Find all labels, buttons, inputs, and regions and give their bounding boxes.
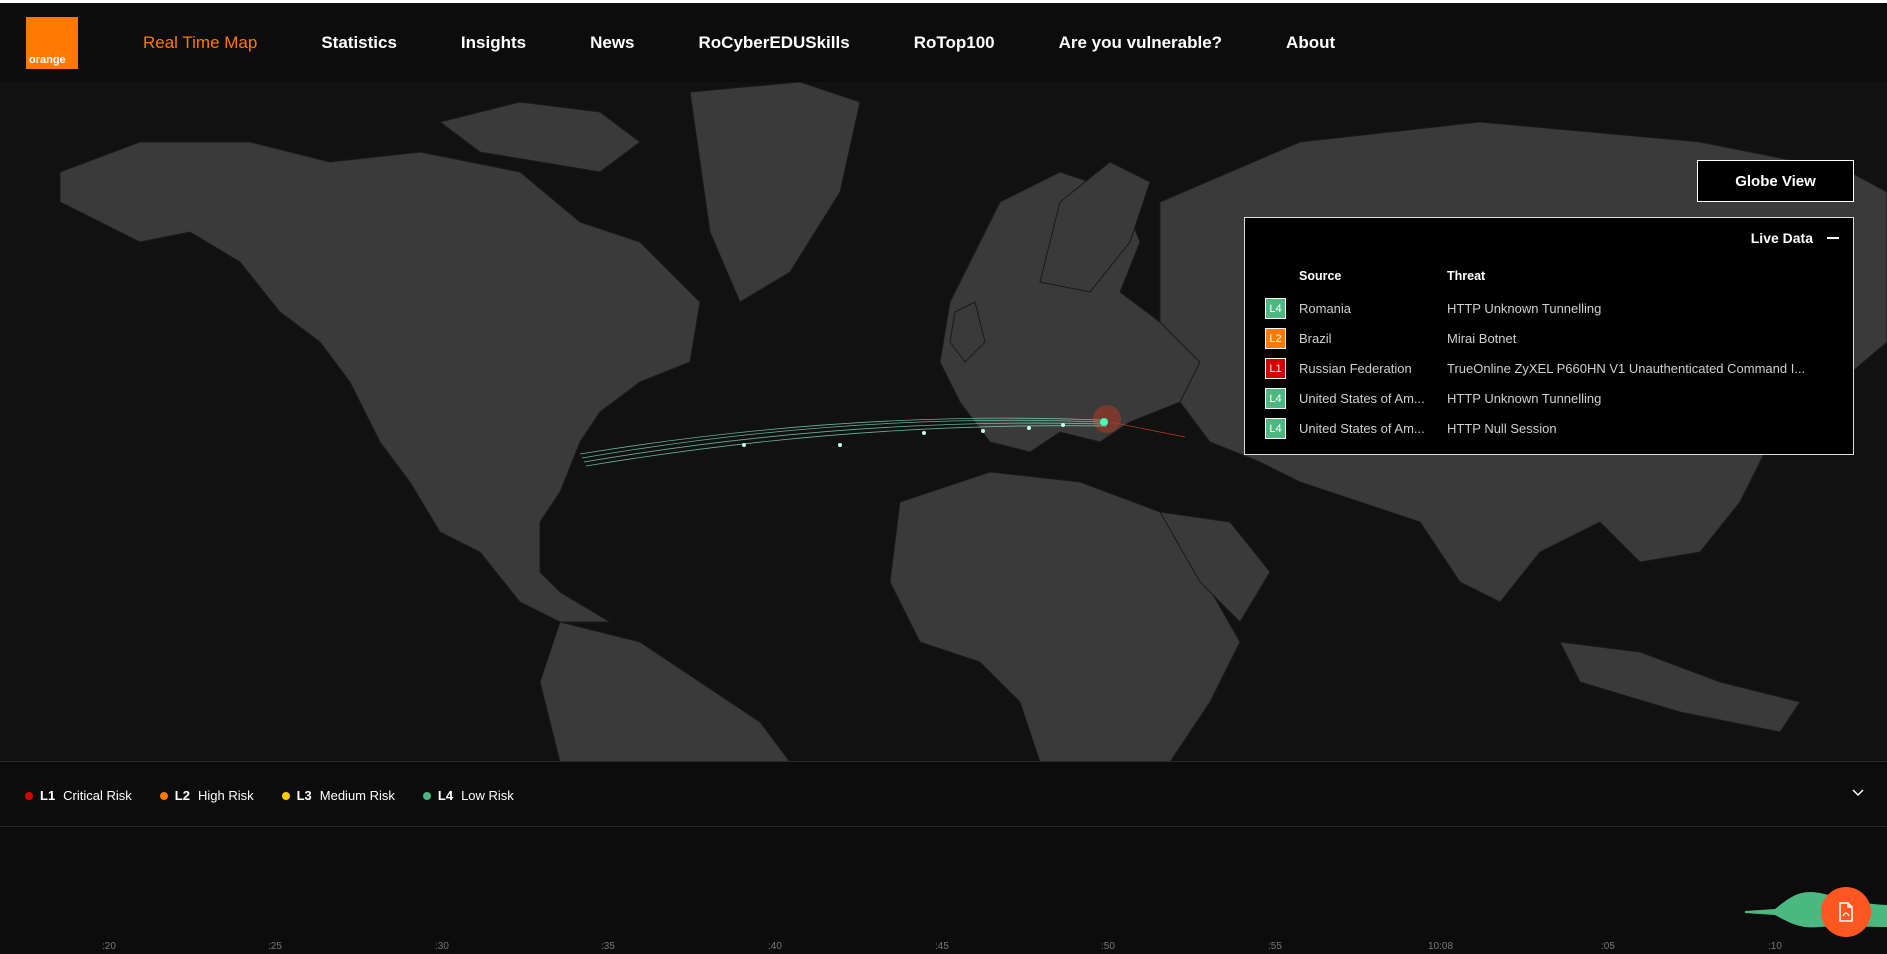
globe-view-button[interactable]: Globe View bbox=[1697, 160, 1854, 202]
minimize-icon[interactable] bbox=[1827, 237, 1839, 239]
timeline-axis: :20 :25 :30 :35 :40 :45 :50 :55 10:08 :0… bbox=[0, 935, 1887, 954]
nav-insights[interactable]: Insights bbox=[461, 33, 526, 53]
legend-item-l4: L4 Low Risk bbox=[422, 788, 514, 803]
legend-level: L3 bbox=[296, 788, 312, 803]
legend-level: L2 bbox=[174, 788, 190, 803]
legend-label: High Risk bbox=[197, 788, 254, 803]
live-data-title: Live Data bbox=[1750, 230, 1813, 246]
column-threat: Threat bbox=[1447, 269, 1486, 283]
risk-legend: L1 Critical Risk L2 High Risk L3 Medium … bbox=[25, 788, 542, 803]
legend-label: Medium Risk bbox=[319, 788, 395, 803]
greenland bbox=[689, 82, 861, 303]
nav-are-you-vulnerable[interactable]: Are you vulnerable? bbox=[1059, 33, 1222, 53]
row-source: Russian Federation bbox=[1299, 361, 1412, 376]
legend-dot bbox=[159, 791, 168, 800]
nav-about[interactable]: About bbox=[1286, 33, 1335, 53]
nav-rocybereduskills[interactable]: RoCyberEDUSkills bbox=[699, 33, 850, 53]
row-threat: Mirai Botnet bbox=[1447, 331, 1517, 346]
legend-level: L4 bbox=[437, 788, 454, 803]
orange-logo[interactable]: orange bbox=[26, 17, 78, 69]
timeline-tick: :20 bbox=[102, 941, 116, 952]
legend-item-l2: L2 High Risk bbox=[159, 788, 254, 803]
row-source: Romania bbox=[1299, 301, 1352, 316]
timeline-tick: 10:08 bbox=[1428, 941, 1454, 952]
legend-dot bbox=[281, 791, 290, 800]
row-source: Brazil bbox=[1299, 331, 1332, 346]
timeline-graph bbox=[1745, 891, 1887, 928]
north-america-landmass bbox=[59, 141, 701, 623]
row-threat: TrueOnline ZyXEL P660HN V1 Unauthenticat… bbox=[1447, 361, 1806, 376]
chevron-down-icon[interactable] bbox=[1852, 786, 1864, 798]
southeast-asia-islands bbox=[1559, 641, 1801, 733]
level-badge: L4 bbox=[1265, 298, 1286, 319]
timeline-tick: :05 bbox=[1601, 941, 1615, 952]
row-threat: HTTP Unknown Tunnelling bbox=[1447, 391, 1602, 406]
timeline-tick: :25 bbox=[268, 941, 282, 952]
level-badge: L2 bbox=[1265, 328, 1286, 349]
header: orange Real Time Map Statistics Insights… bbox=[0, 3, 1887, 82]
legend-item-l1: L1 Critical Risk bbox=[25, 788, 132, 803]
column-source: Source bbox=[1299, 269, 1342, 283]
table-row: L4 Romania HTTP Unknown Tunnelling bbox=[1265, 298, 1845, 328]
nav-rotop100[interactable]: RoTop100 bbox=[914, 33, 995, 53]
live-data-header: Live Data bbox=[1751, 230, 1839, 246]
level-badge: L1 bbox=[1265, 358, 1286, 379]
timeline-tick: :55 bbox=[1268, 941, 1282, 952]
table-row: L4 United States of Am... HTTP Null Sess… bbox=[1265, 418, 1845, 448]
nav-real-time-map[interactable]: Real Time Map bbox=[143, 33, 257, 53]
timeline-tick: :30 bbox=[435, 941, 449, 952]
risk-legend-bar: L1 Critical Risk L2 High Risk L3 Medium … bbox=[0, 761, 1887, 827]
table-row: L1 Russian Federation TrueOnline ZyXEL P… bbox=[1265, 358, 1845, 388]
nav-statistics[interactable]: Statistics bbox=[321, 33, 397, 53]
timeline: :20 :25 :30 :35 :40 :45 :50 :55 10:08 :0… bbox=[0, 827, 1887, 954]
live-data-panel: Live Data Source Threat L4 Romania HTTP … bbox=[1244, 217, 1854, 455]
timeline-tick: :10 bbox=[1768, 941, 1782, 952]
legend-level: L1 bbox=[40, 788, 56, 803]
legend-dot bbox=[25, 791, 33, 800]
row-source: United States of Am... bbox=[1299, 421, 1425, 436]
timeline-tick: :40 bbox=[768, 941, 782, 952]
main-nav: Real Time Map Statistics Insights News R… bbox=[143, 3, 1399, 82]
romania-highlight bbox=[1093, 405, 1121, 433]
timeline-tick: :35 bbox=[601, 941, 615, 952]
level-badge: L4 bbox=[1265, 388, 1286, 409]
row-threat: HTTP Null Session bbox=[1447, 421, 1557, 436]
level-badge: L4 bbox=[1265, 418, 1286, 439]
pdf-download-button[interactable] bbox=[1821, 887, 1871, 937]
timeline-tick: :45 bbox=[935, 941, 949, 952]
attack-line-red bbox=[1109, 421, 1186, 438]
live-data-columns: Source Threat bbox=[1299, 269, 1485, 283]
pdf-icon bbox=[1839, 902, 1853, 922]
legend-dot bbox=[422, 791, 431, 800]
table-row: L2 Brazil Mirai Botnet bbox=[1265, 328, 1845, 358]
nav-news[interactable]: News bbox=[590, 33, 634, 53]
row-threat: HTTP Unknown Tunnelling bbox=[1447, 301, 1602, 316]
logo-text: orange bbox=[29, 54, 66, 66]
table-row: L4 United States of Am... HTTP Unknown T… bbox=[1265, 388, 1845, 418]
south-america-landmass bbox=[539, 621, 791, 762]
timeline-tick: :50 bbox=[1101, 941, 1115, 952]
row-source: United States of Am... bbox=[1299, 391, 1425, 406]
legend-label: Low Risk bbox=[461, 788, 514, 803]
legend-item-l3: L3 Medium Risk bbox=[281, 788, 395, 803]
legend-label: Critical Risk bbox=[63, 788, 132, 803]
live-data-rows: L4 Romania HTTP Unknown Tunnelling L2 Br… bbox=[1265, 298, 1845, 448]
